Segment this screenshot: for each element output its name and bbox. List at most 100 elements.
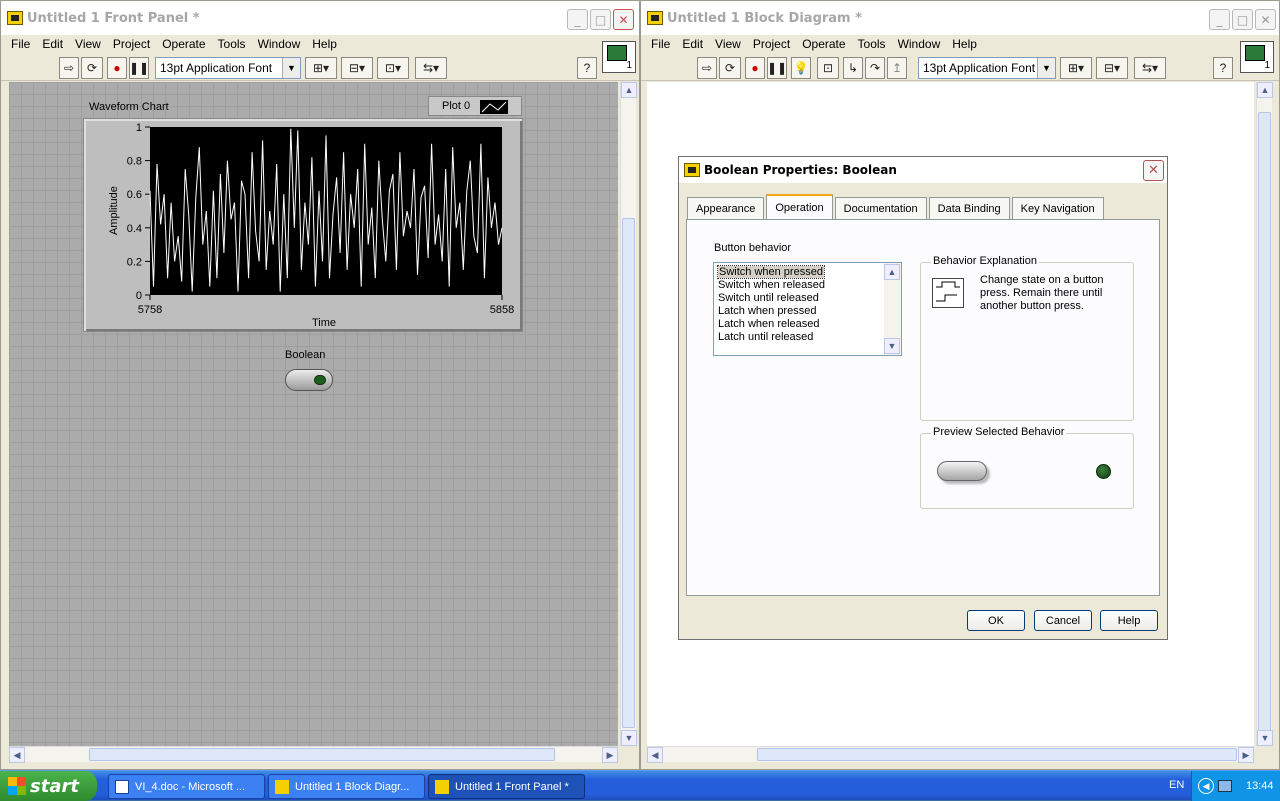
menu-edit[interactable]: Edit bbox=[36, 37, 69, 51]
maximize-icon[interactable]: □ bbox=[590, 9, 611, 30]
vi-connector-icon[interactable] bbox=[602, 41, 636, 73]
reorder-icon[interactable]: ⇆▾ bbox=[415, 57, 447, 79]
close-icon[interactable]: ✕ bbox=[1143, 160, 1164, 181]
scroll-down-icon[interactable]: ▼ bbox=[884, 338, 900, 354]
menu-tools[interactable]: Tools bbox=[852, 37, 892, 51]
distribute-objects-icon[interactable]: ⊟▾ bbox=[341, 57, 373, 79]
scroll-right-icon[interactable]: ▶ bbox=[602, 747, 618, 763]
maximize-icon[interactable]: □ bbox=[1232, 9, 1253, 30]
run-arrow-icon[interactable]: ⇨ bbox=[697, 57, 717, 79]
menu-tools[interactable]: Tools bbox=[212, 37, 252, 51]
scroll-down-icon[interactable]: ▼ bbox=[1257, 730, 1273, 746]
menu-operate[interactable]: Operate bbox=[156, 37, 211, 51]
taskbar-item-front-panel[interactable]: Untitled 1 Front Panel * bbox=[428, 774, 585, 799]
help-button[interactable]: Help bbox=[1100, 610, 1158, 631]
taskbar-item-block-diagram[interactable]: Untitled 1 Block Diagr... bbox=[268, 774, 425, 799]
retain-wire-values-icon[interactable]: ⊡ bbox=[817, 57, 839, 79]
distribute-objects-icon[interactable]: ⊟▾ bbox=[1096, 57, 1128, 79]
menu-window[interactable]: Window bbox=[252, 37, 307, 51]
run-arrow-icon[interactable]: ⇨ bbox=[59, 57, 79, 79]
hscroll-thumb[interactable] bbox=[757, 748, 1237, 761]
step-into-icon[interactable]: ↳ bbox=[843, 57, 863, 79]
scroll-up-icon[interactable]: ▲ bbox=[621, 82, 637, 98]
tab-appearance[interactable]: Appearance bbox=[687, 197, 765, 219]
menu-view[interactable]: View bbox=[69, 37, 107, 51]
taskbar-item-word[interactable]: VI_4.doc - Microsoft ... bbox=[108, 774, 265, 799]
align-objects-icon[interactable]: ⊞▾ bbox=[305, 57, 337, 79]
reorder-icon[interactable]: ⇆▾ bbox=[1134, 57, 1166, 79]
menu-project[interactable]: Project bbox=[747, 37, 796, 51]
preview-switch[interactable] bbox=[937, 461, 987, 481]
vscroll-thumb[interactable] bbox=[1258, 112, 1271, 732]
font-select[interactable]: 13pt Application Font ▼ bbox=[155, 57, 301, 79]
dialog-titlebar[interactable]: Boolean Properties: Boolean ✕ bbox=[679, 157, 1167, 183]
start-button[interactable]: start bbox=[0, 771, 97, 801]
scroll-up-icon[interactable]: ▲ bbox=[884, 264, 900, 280]
abort-icon[interactable]: ● bbox=[107, 57, 127, 79]
x-axis-label: Time bbox=[312, 317, 337, 329]
step-over-icon[interactable]: ↷ bbox=[865, 57, 885, 79]
language-indicator[interactable]: EN bbox=[1169, 779, 1184, 791]
font-select[interactable]: 13pt Application Font ▼ bbox=[918, 57, 1056, 79]
run-continuously-icon[interactable]: ⟳ bbox=[81, 57, 103, 79]
run-continuously-icon[interactable]: ⟳ bbox=[719, 57, 741, 79]
front-panel-vscroll[interactable]: ▲ ▼ bbox=[620, 82, 637, 746]
highlight-execution-icon[interactable]: 💡 bbox=[791, 57, 811, 79]
front-panel-titlebar[interactable]: Untitled 1 Front Panel * _ □ ✕ bbox=[1, 1, 639, 35]
behavior-item[interactable]: Switch when released bbox=[718, 279, 825, 291]
front-panel-hscroll[interactable]: ◀ ▶ bbox=[9, 746, 618, 763]
align-objects-icon[interactable]: ⊞▾ bbox=[1060, 57, 1092, 79]
resize-objects-icon[interactable]: ⊡▾ bbox=[377, 57, 409, 79]
menu-file[interactable]: File bbox=[5, 37, 36, 51]
menu-view[interactable]: View bbox=[709, 37, 747, 51]
tab-documentation[interactable]: Documentation bbox=[834, 197, 927, 219]
block-diagram-vscroll[interactable]: ▲ ▼ bbox=[1256, 82, 1273, 746]
waveform-chart[interactable]: 1 0.8 0.6 0.4 0.2 0 5758 5858 Amplitude Time bbox=[83, 118, 523, 332]
menu-operate[interactable]: Operate bbox=[796, 37, 851, 51]
list-scrollbar[interactable]: ▲ ▼ bbox=[884, 263, 901, 355]
tray-expand-icon[interactable]: ◀ bbox=[1198, 778, 1214, 794]
context-help-icon[interactable]: ? bbox=[1213, 57, 1233, 79]
close-icon[interactable]: ✕ bbox=[1255, 9, 1276, 30]
minimize-icon[interactable]: _ bbox=[567, 9, 588, 30]
pause-icon[interactable]: ❚❚ bbox=[129, 57, 149, 79]
vi-connector-icon[interactable] bbox=[1240, 41, 1274, 73]
step-out-icon[interactable]: ↥ bbox=[887, 57, 907, 79]
scroll-left-icon[interactable]: ◀ bbox=[647, 747, 663, 763]
behavior-item[interactable]: Latch when pressed bbox=[718, 305, 816, 317]
behavior-item[interactable]: Switch when pressed bbox=[717, 265, 825, 279]
scroll-right-icon[interactable]: ▶ bbox=[1238, 747, 1254, 763]
ok-button[interactable]: OK bbox=[967, 610, 1025, 631]
scroll-up-icon[interactable]: ▲ bbox=[1257, 82, 1273, 98]
menu-window[interactable]: Window bbox=[892, 37, 947, 51]
behavior-item[interactable]: Switch until released bbox=[718, 292, 819, 304]
scroll-left-icon[interactable]: ◀ bbox=[9, 747, 25, 763]
plot-legend[interactable]: Plot 0 bbox=[428, 96, 522, 116]
block-diagram-hscroll[interactable]: ◀ ▶ bbox=[647, 746, 1254, 763]
behavior-item[interactable]: Latch when released bbox=[718, 318, 820, 330]
context-help-icon[interactable]: ? bbox=[577, 57, 597, 79]
tab-key-navigation[interactable]: Key Navigation bbox=[1011, 197, 1104, 219]
button-behavior-list[interactable]: Switch when pressed Switch when released… bbox=[713, 262, 902, 356]
pause-icon[interactable]: ❚❚ bbox=[767, 57, 787, 79]
vscroll-thumb[interactable] bbox=[622, 218, 635, 728]
close-icon[interactable]: ✕ bbox=[613, 9, 634, 30]
tab-operation[interactable]: Operation bbox=[766, 194, 833, 219]
menu-help[interactable]: Help bbox=[306, 37, 343, 51]
menu-edit[interactable]: Edit bbox=[676, 37, 709, 51]
scroll-down-icon[interactable]: ▼ bbox=[621, 730, 637, 746]
block-diagram-titlebar[interactable]: Untitled 1 Block Diagram * _ □ ✕ bbox=[641, 1, 1279, 35]
minimize-icon[interactable]: _ bbox=[1209, 9, 1230, 30]
menu-file[interactable]: File bbox=[645, 37, 676, 51]
cancel-button[interactable]: Cancel bbox=[1034, 610, 1092, 631]
abort-icon[interactable]: ● bbox=[745, 57, 765, 79]
network-icon[interactable] bbox=[1218, 780, 1232, 792]
hscroll-thumb[interactable] bbox=[89, 748, 555, 761]
chart-plot-area: 1 0.8 0.6 0.4 0.2 0 5758 5858 bbox=[127, 122, 515, 316]
menu-help[interactable]: Help bbox=[946, 37, 983, 51]
front-panel-toolbar: ⇨ ⟳ ● ❚❚ 13pt Application Font ▼ ⊞▾ ⊟▾ ⊡… bbox=[1, 53, 639, 81]
boolean-switch[interactable] bbox=[285, 369, 333, 391]
behavior-item[interactable]: Latch until released bbox=[718, 331, 813, 343]
tab-data-binding[interactable]: Data Binding bbox=[928, 197, 1010, 219]
menu-project[interactable]: Project bbox=[107, 37, 156, 51]
